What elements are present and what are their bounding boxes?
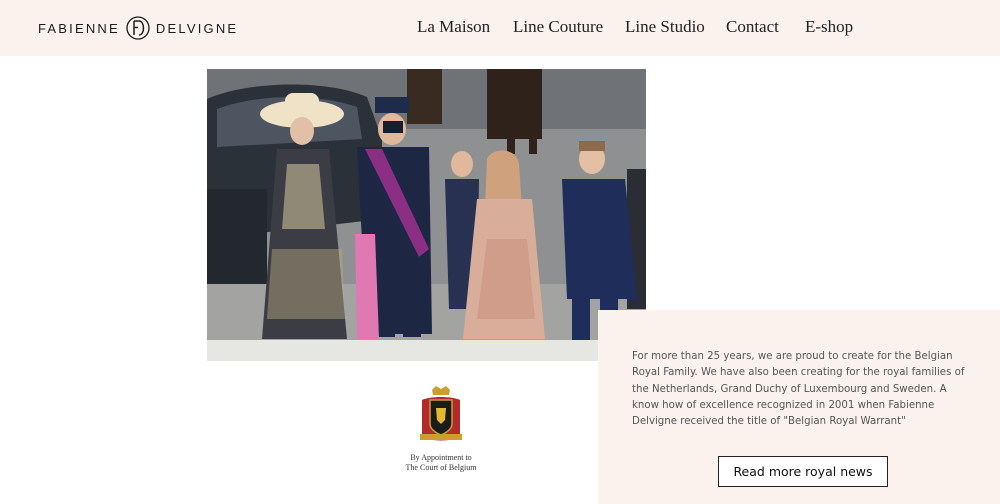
royal-warrant-crest: By Appointment to The Court of Belgium: [404, 384, 478, 474]
nav-line-studio[interactable]: Line Studio: [625, 17, 705, 37]
brand-logo[interactable]: FABIENNE DELVIGNE: [38, 15, 238, 41]
royal-info-text: For more than 25 years, we are proud to …: [632, 351, 965, 428]
warrant-caption-line1: By Appointment to: [410, 453, 472, 462]
royal-crest-icon: [420, 386, 462, 441]
nav-contact[interactable]: Contact: [726, 17, 779, 37]
royal-family-photo-illustration: [207, 69, 646, 361]
brand-name-right: DELVIGNE: [155, 20, 239, 36]
site-header: FABIENNE DELVIGNE La Maison Line Couture…: [0, 0, 1000, 56]
nav-la-maison[interactable]: La Maison: [417, 17, 490, 37]
royal-family-photo: [207, 69, 646, 361]
nav-e-shop[interactable]: E-shop: [805, 17, 853, 37]
nav-line-couture[interactable]: Line Couture: [513, 17, 603, 37]
read-more-royal-news-button[interactable]: Read more royal news: [718, 456, 888, 487]
brand-name-left: FABIENNE: [38, 20, 120, 36]
warrant-caption-line2: The Court of Belgium: [405, 463, 477, 472]
royal-info-panel: For more than 25 years, we are proud to …: [598, 310, 1000, 504]
fd-monogram-icon: [126, 16, 150, 40]
